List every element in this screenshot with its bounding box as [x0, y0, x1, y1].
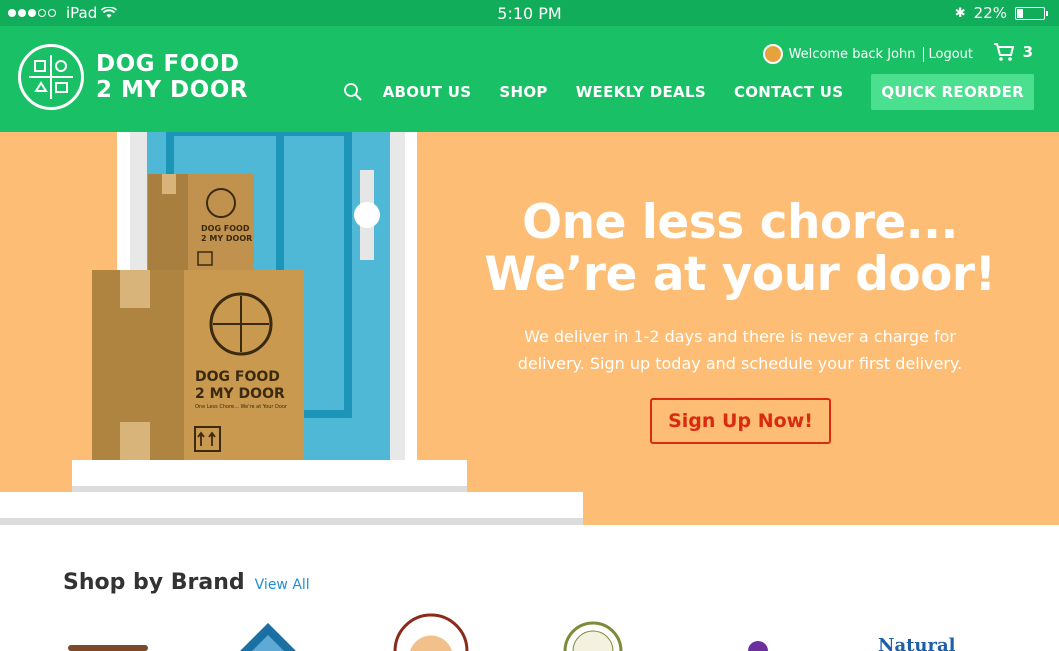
large-box-brand: DOG FOOD [195, 369, 280, 385]
large-box-tagline: One Less Chore... We're at Your Door [195, 404, 288, 410]
brand-logo-5[interactable] [748, 641, 768, 651]
shop-by-brand-title: Shop by Brand [63, 570, 245, 595]
hero-title-line-1: One less chore... [522, 195, 958, 250]
sign-up-button[interactable]: Sign Up Now! [650, 398, 831, 444]
cart-icon [993, 43, 1014, 61]
clock: 5:10 PM [497, 4, 562, 23]
brand-logo-4[interactable] [563, 621, 623, 651]
battery-percent: 22% [973, 4, 1007, 22]
welcome-text: Welcome back John [788, 46, 916, 62]
hero-subtitle: We deliver in 1-2 days and there is neve… [517, 327, 963, 373]
status-bar: iPad 5:10 PM ✱ 22% [0, 0, 1059, 26]
status-right: ✱ 22% [954, 4, 1048, 22]
hero-title-line-2: We’re at your door! [484, 247, 996, 302]
logo-line-1: DOG FOOD [96, 51, 240, 77]
battery-icon [1015, 6, 1048, 20]
large-box-brand-2: 2 MY DOOR [195, 386, 285, 402]
nav-contact-us[interactable]: CONTACT US [734, 83, 843, 101]
cart-count: 3 [1022, 43, 1033, 61]
nav-weekly-deals[interactable]: WEEKLY DEALS [576, 83, 706, 101]
logo-line-2: 2 MY DOOR [96, 77, 248, 103]
site-logo[interactable]: DOG FOOD 2 MY DOOR [18, 44, 248, 110]
hero-text: One less chore... We’re at your door! We… [440, 197, 1040, 377]
quick-reorder-button[interactable]: QUICK REORDER [871, 74, 1034, 110]
brand-logo-1[interactable] [68, 645, 148, 651]
view-all-link[interactable]: View All [255, 577, 310, 593]
hero-banner: DOG FOOD 2 MY DOOR DOG FOOD 2 MY DOOR On… [0, 132, 1059, 525]
hero-title: One less chore... We’re at your door! [440, 197, 1040, 301]
nav-shop[interactable]: SHOP [499, 83, 547, 101]
logout-link[interactable]: Logout [923, 46, 973, 62]
logo-text: DOG FOOD 2 MY DOOR [96, 51, 248, 103]
brand-logo-2[interactable] [240, 623, 296, 651]
brand-logo-row: Natural [68, 613, 960, 651]
brand-logo-6[interactable]: Natural [878, 633, 960, 651]
search-icon[interactable] [343, 82, 363, 102]
small-box-brand-2: 2 MY DOOR [201, 234, 252, 243]
user-avatar [762, 44, 783, 64]
bluetooth-icon: ✱ [954, 5, 966, 21]
site-header: DOG FOOD 2 MY DOOR Welcome back John Log… [0, 26, 1059, 132]
nav-about-us[interactable]: ABOUT US [383, 83, 472, 101]
logo-badge-icon [18, 44, 84, 110]
user-area: Welcome back John Logout [762, 44, 973, 64]
shop-by-brand-header: Shop by Brand View All [63, 570, 310, 595]
small-box-brand: DOG FOOD [201, 224, 250, 233]
brand-logo-6-text: Natural [878, 635, 956, 651]
main-nav: ABOUT US SHOP WEEKLY DEALS CONTACT US QU… [343, 74, 1034, 110]
brand-logo-3[interactable] [393, 613, 469, 651]
cart-button[interactable]: 3 [993, 42, 1033, 62]
